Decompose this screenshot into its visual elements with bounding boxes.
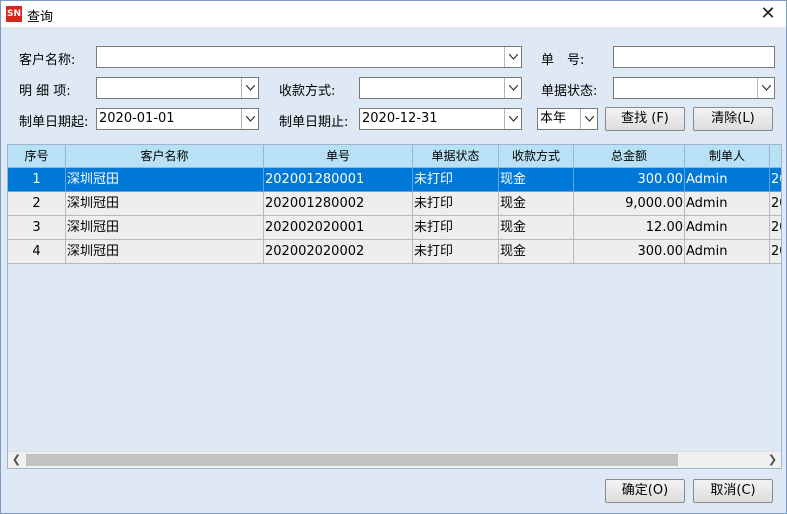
cell-extra: 20 <box>770 216 781 240</box>
doc-status-combo[interactable] <box>613 77 775 99</box>
detail-combo[interactable] <box>96 77 259 99</box>
cell-amount: 300.00 <box>574 240 685 264</box>
column-header-customer[interactable]: 客户名称 <box>66 145 264 168</box>
chevron-down-icon <box>762 85 771 91</box>
cell-doc-no: 202001280002 <box>264 192 413 216</box>
cell-payment: 现金 <box>499 192 574 216</box>
title-bar: SN 查询 ✕ <box>1 1 786 28</box>
column-header-creator[interactable]: 制单人 <box>685 145 770 168</box>
window-title: 查询 <box>27 10 54 25</box>
doc-status-dropdown-button[interactable] <box>757 78 774 98</box>
cell-status: 未打印 <box>413 240 499 264</box>
results-table: 序号 客户名称 单号 单据状态 收款方式 总金额 制单人 1 深圳冠田 202001… <box>7 144 782 469</box>
detail-dropdown-button[interactable] <box>241 78 258 98</box>
cell-amount: 12.00 <box>574 216 685 240</box>
cell-extra: 20 <box>770 192 781 216</box>
doc-status-label: 单据状态: <box>541 84 598 99</box>
cell-extra: 20 <box>770 240 781 264</box>
cell-doc-no: 202002020001 <box>264 216 413 240</box>
cell-creator: Admin <box>685 168 770 192</box>
cell-amount: 9,000.00 <box>574 192 685 216</box>
table-body: 1深圳冠田202001280001未打印现金300.00Admin202深圳冠田… <box>8 168 781 264</box>
date-from-value: 2020-01-01 <box>99 111 175 126</box>
payment-method-dropdown-button[interactable] <box>504 78 521 98</box>
scroll-thumb[interactable] <box>26 454 678 466</box>
doc-no-label: 单 号: <box>541 53 585 68</box>
cell-creator: Admin <box>685 240 770 264</box>
cell-payment: 现金 <box>499 216 574 240</box>
column-header-status[interactable]: 单据状态 <box>413 145 499 168</box>
cell-status: 未打印 <box>413 192 499 216</box>
chevron-down-icon <box>585 116 594 122</box>
cell-creator: Admin <box>685 192 770 216</box>
cell-doc-no: 202001280001 <box>264 168 413 192</box>
cell-amount: 300.00 <box>574 168 685 192</box>
date-from-label: 制单日期起: <box>19 115 89 130</box>
chevron-down-icon <box>509 85 518 91</box>
customer-name-label: 客户名称: <box>19 53 76 68</box>
cell-doc-no: 202002020002 <box>264 240 413 264</box>
search-button[interactable]: 查找 (F) <box>605 107 685 131</box>
date-to-label: 制单日期止: <box>279 115 349 130</box>
period-value: 本年 <box>540 111 567 126</box>
chevron-down-icon <box>246 85 255 91</box>
horizontal-scrollbar[interactable]: ❮ ❯ <box>8 451 781 468</box>
cell-no: 2 <box>8 192 66 216</box>
period-select[interactable]: 本年 <box>537 108 598 130</box>
date-to-picker[interactable]: 2020-12-31 <box>359 108 522 130</box>
date-to-dropdown-button[interactable] <box>504 109 521 129</box>
column-header-amount[interactable]: 总金额 <box>574 145 685 168</box>
clear-button[interactable]: 清除(L) <box>693 107 773 131</box>
detail-label: 明 细 项: <box>19 84 71 99</box>
app-logo-icon: SN <box>6 6 22 22</box>
column-header-extra[interactable] <box>770 145 781 168</box>
cancel-button[interactable]: 取消(C) <box>693 479 773 503</box>
table-row[interactable]: 4深圳冠田202002020002未打印现金300.00Admin20 <box>8 240 781 264</box>
doc-no-input[interactable] <box>613 46 775 68</box>
cell-customer: 深圳冠田 <box>66 240 264 264</box>
table-row[interactable]: 1深圳冠田202001280001未打印现金300.00Admin20 <box>8 168 781 192</box>
date-from-picker[interactable]: 2020-01-01 <box>96 108 259 130</box>
date-to-value: 2020-12-31 <box>362 111 438 126</box>
cell-payment: 现金 <box>499 168 574 192</box>
column-header-doc-no[interactable]: 单号 <box>264 145 413 168</box>
ok-button[interactable]: 确定(O) <box>605 479 685 503</box>
scroll-left-icon[interactable]: ❮ <box>8 452 25 468</box>
payment-method-label: 收款方式: <box>279 84 336 99</box>
cell-payment: 现金 <box>499 240 574 264</box>
payment-method-combo[interactable] <box>359 77 522 99</box>
cell-extra: 20 <box>770 168 781 192</box>
query-dialog: SN 查询 ✕ 客户名称: 单 号: 明 细 项: 收款方式: 单据状态: 制单… <box>0 0 787 514</box>
cell-customer: 深圳冠田 <box>66 216 264 240</box>
customer-name-combo[interactable] <box>96 46 522 68</box>
cell-no: 4 <box>8 240 66 264</box>
cell-no: 3 <box>8 216 66 240</box>
chevron-down-icon <box>509 116 518 122</box>
period-dropdown-button[interactable] <box>580 109 597 129</box>
scroll-right-icon[interactable]: ❯ <box>764 452 781 468</box>
chevron-down-icon <box>246 116 255 122</box>
customer-name-dropdown-button[interactable] <box>504 47 521 67</box>
table-row[interactable]: 3深圳冠田202002020001未打印现金12.00Admin20 <box>8 216 781 240</box>
column-header-payment[interactable]: 收款方式 <box>499 145 574 168</box>
cell-creator: Admin <box>685 216 770 240</box>
cell-status: 未打印 <box>413 216 499 240</box>
cell-no: 1 <box>8 168 66 192</box>
chevron-down-icon <box>509 54 518 60</box>
table-row[interactable]: 2深圳冠田202001280002未打印现金9,000.00Admin20 <box>8 192 781 216</box>
date-from-dropdown-button[interactable] <box>241 109 258 129</box>
cell-customer: 深圳冠田 <box>66 192 264 216</box>
column-header-no[interactable]: 序号 <box>8 145 66 168</box>
table-header: 序号 客户名称 单号 单据状态 收款方式 总金额 制单人 <box>8 145 781 168</box>
cell-customer: 深圳冠田 <box>66 168 264 192</box>
cell-status: 未打印 <box>413 168 499 192</box>
close-button[interactable]: ✕ <box>758 3 778 25</box>
